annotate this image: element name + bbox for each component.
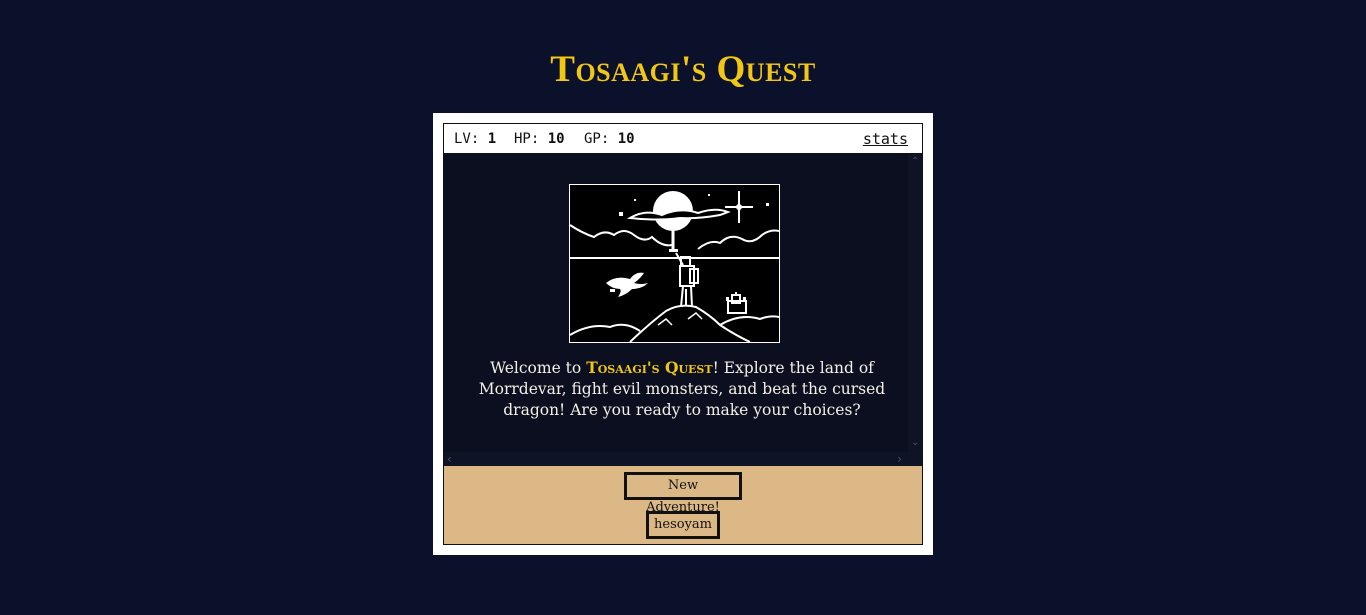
vertical-scrollbar[interactable]: ⌃ ⌄ [908, 154, 922, 452]
horizontal-scrollbar[interactable]: ‹ › [444, 452, 922, 466]
new-adventure-button[interactable]: New Adventure! [624, 472, 742, 515]
stats-link[interactable]: stats [863, 130, 908, 148]
status-bar: LV: 1 HP: 10 GP: 10 stats [444, 124, 922, 154]
gp-stat: GP: 10 [584, 131, 635, 147]
chevron-up-icon[interactable]: ⌃ [911, 156, 919, 167]
gp-value: 10 [617, 131, 635, 147]
hp-label: HP: [514, 131, 540, 147]
level-stat: LV: 1 [454, 131, 496, 147]
page-title: Tosaagi's Quest [550, 49, 816, 90]
story-panel[interactable]: Welcome to Tosaagi's Quest! Explore the … [444, 154, 922, 466]
choices-panel: New Adventure! hesoyam [444, 466, 922, 544]
chevron-down-icon[interactable]: ⌄ [911, 437, 919, 448]
game-panel: LV: 1 HP: 10 GP: 10 stats Welcome to Tos… [443, 123, 923, 545]
intro-text: Welcome to Tosaagi's Quest! Explore the … [462, 357, 902, 421]
hero-on-mountain-image [569, 184, 780, 343]
game-frame: LV: 1 HP: 10 GP: 10 stats Welcome to Tos… [433, 113, 933, 555]
intro-game-name: Tosaagi's Quest [586, 358, 713, 377]
chevron-right-icon[interactable]: › [897, 452, 902, 466]
chevron-left-icon[interactable]: ‹ [447, 452, 452, 466]
hp-value: 10 [547, 131, 565, 147]
scene-illustration [569, 185, 780, 343]
intro-text-start: Welcome to [490, 359, 587, 377]
hesoyam-button[interactable]: hesoyam [646, 511, 720, 539]
hp-stat: HP: 10 [514, 131, 565, 147]
gp-label: GP: [584, 131, 610, 147]
level-label: LV: [454, 131, 480, 147]
level-value: 1 [487, 131, 497, 147]
